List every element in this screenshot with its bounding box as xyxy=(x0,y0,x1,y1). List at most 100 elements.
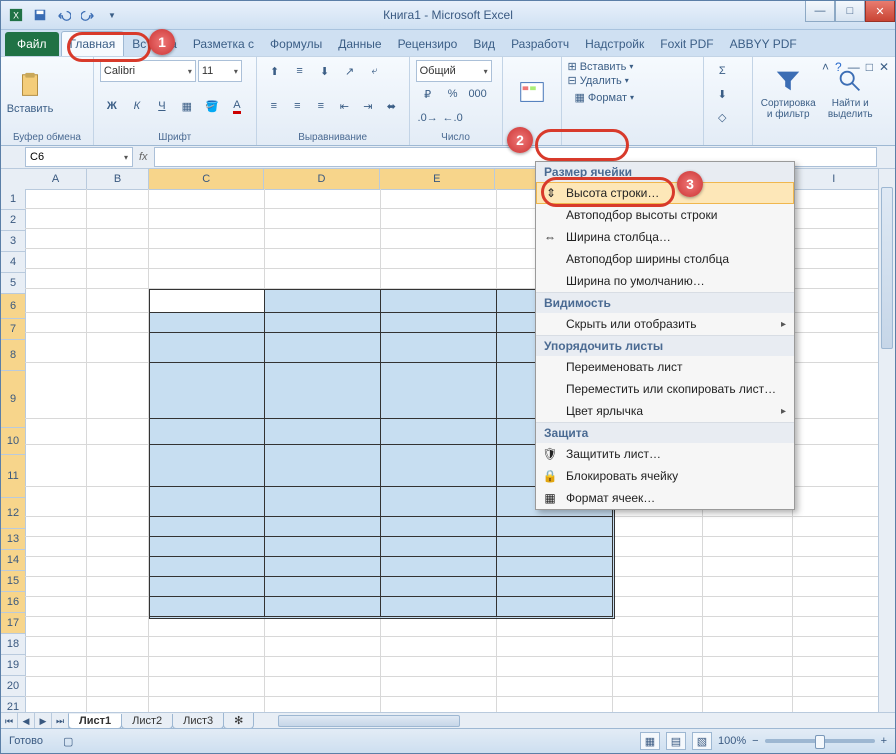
align-center-button[interactable]: ≡ xyxy=(286,95,309,117)
tab-abbyy[interactable]: ABBYY PDF xyxy=(722,32,805,56)
currency-button[interactable]: ₽ xyxy=(416,83,440,105)
fx-icon[interactable]: fx xyxy=(139,151,148,163)
menu-protect-sheet[interactable]: 🛡Защитить лист… xyxy=(536,443,794,465)
help-icon[interactable]: ? xyxy=(835,60,842,74)
bold-button[interactable]: Ж xyxy=(100,95,124,117)
minimize-button[interactable]: — xyxy=(805,1,835,22)
menu-move-copy[interactable]: Переместить или скопировать лист… xyxy=(536,378,794,400)
menu-autofit-col[interactable]: Автоподбор ширины столбца xyxy=(536,248,794,270)
tab-scroll-buttons[interactable]: ⏮◀▶⏭ xyxy=(1,713,69,729)
menu-column-width[interactable]: ⇔Ширина столбца… xyxy=(536,226,794,248)
sort-filter-button[interactable]: Сортировка и фильтр xyxy=(759,60,817,126)
paste-button[interactable]: Вставить xyxy=(7,60,53,126)
row-header-15[interactable]: 15 xyxy=(1,571,25,592)
maximize-button[interactable]: □ xyxy=(835,1,865,22)
row-header-11[interactable]: 11 xyxy=(1,455,25,498)
col-header-D[interactable]: D xyxy=(264,169,379,189)
underline-button[interactable]: Ч xyxy=(150,95,174,117)
number-format-combo[interactable]: Общий▾ xyxy=(416,60,492,82)
menu-tab-color[interactable]: Цвет ярлычка▸ xyxy=(536,400,794,422)
mdi-min-icon[interactable]: — xyxy=(848,60,860,74)
new-sheet-button[interactable]: ✻ xyxy=(223,713,254,729)
fill-color-button[interactable]: 🪣 xyxy=(200,95,224,117)
file-tab[interactable]: Файл xyxy=(5,32,59,56)
menu-format-cells[interactable]: ▦Формат ячеек… xyxy=(536,487,794,509)
tab-addins[interactable]: Надстройк xyxy=(577,32,652,56)
font-color-button[interactable]: A xyxy=(225,95,249,117)
mdi-close-icon[interactable]: ✕ xyxy=(879,60,889,74)
row-header-6[interactable]: 6 xyxy=(1,294,25,319)
row-header-12[interactable]: 12 xyxy=(1,498,25,529)
font-name-combo[interactable]: Calibri▾ xyxy=(100,60,196,82)
horizontal-scrollbar[interactable] xyxy=(262,713,895,729)
sheet-tab-2[interactable]: Лист2 xyxy=(121,714,173,729)
row-header-17[interactable]: 17 xyxy=(1,613,25,634)
col-header-C[interactable]: C xyxy=(149,169,264,189)
tab-review[interactable]: Рецензиро xyxy=(390,32,466,56)
zoom-knob[interactable] xyxy=(815,735,825,749)
tab-developer[interactable]: Разработч xyxy=(503,32,577,56)
col-header-A[interactable]: A xyxy=(25,169,87,189)
row-header-1[interactable]: 1 xyxy=(1,189,25,210)
merge-button[interactable]: ⬌ xyxy=(380,95,403,117)
close-button[interactable]: ✕ xyxy=(865,1,895,22)
col-header-E[interactable]: E xyxy=(380,169,495,189)
row-header-4[interactable]: 4 xyxy=(1,252,25,273)
border-button[interactable]: ▦ xyxy=(175,95,199,117)
wrap-text-button[interactable]: ⤶ xyxy=(363,60,387,82)
dec-decimal-button[interactable]: ←.0 xyxy=(441,107,465,129)
clear-button[interactable]: ◇ xyxy=(710,106,734,128)
macro-record-icon[interactable]: ▢ xyxy=(63,735,73,748)
row-header-5[interactable]: 5 xyxy=(1,273,25,294)
vertical-scrollbar[interactable] xyxy=(878,169,895,713)
tab-layout[interactable]: Разметка с xyxy=(185,32,262,56)
vertical-scroll-thumb[interactable] xyxy=(881,187,893,349)
col-header-B[interactable]: B xyxy=(87,169,149,189)
save-icon[interactable] xyxy=(29,4,51,26)
format-cells-button[interactable]: ▦Формат▾ xyxy=(568,88,698,107)
redo-icon[interactable] xyxy=(77,4,99,26)
align-right-button[interactable]: ≡ xyxy=(310,95,333,117)
delete-cells-button[interactable]: ⊟Удалить▾ xyxy=(568,74,698,87)
insert-cells-button[interactable]: ⊞Вставить▾ xyxy=(568,60,698,73)
row-headers[interactable]: 1234567891011121314151617181920212223 xyxy=(1,189,26,713)
autosum-button[interactable]: Σ xyxy=(710,60,734,82)
indent-dec-button[interactable]: ⇤ xyxy=(333,95,356,117)
sheet-tab-1[interactable]: Лист1 xyxy=(68,714,122,729)
row-header-8[interactable]: 8 xyxy=(1,340,25,371)
row-header-9[interactable]: 9 xyxy=(1,371,25,428)
zoom-in-button[interactable]: + xyxy=(881,735,887,747)
row-header-16[interactable]: 16 xyxy=(1,592,25,613)
tab-home[interactable]: Главная xyxy=(61,31,125,56)
cond-format-button[interactable] xyxy=(509,60,555,126)
align-bottom-button[interactable]: ⬇ xyxy=(313,60,337,82)
zoom-slider[interactable] xyxy=(765,739,875,743)
tab-view[interactable]: Вид xyxy=(465,32,503,56)
row-header-10[interactable]: 10 xyxy=(1,428,25,455)
active-cell[interactable] xyxy=(149,289,265,313)
menu-row-height[interactable]: ⇕Высота строки… xyxy=(536,182,794,204)
row-header-19[interactable]: 19 xyxy=(1,655,25,676)
menu-hide-unhide[interactable]: Скрыть или отобразить▸ xyxy=(536,313,794,335)
mdi-max-icon[interactable]: □ xyxy=(866,60,873,74)
percent-button[interactable]: % xyxy=(441,83,465,105)
align-top-button[interactable]: ⬆ xyxy=(263,60,287,82)
orientation-button[interactable]: ↗ xyxy=(338,60,362,82)
menu-lock-cell[interactable]: 🔒Блокировать ячейку xyxy=(536,465,794,487)
qat-dropdown-icon[interactable]: ▼ xyxy=(101,4,123,26)
inc-decimal-button[interactable]: .0→ xyxy=(416,107,440,129)
row-header-20[interactable]: 20 xyxy=(1,676,25,697)
menu-rename-sheet[interactable]: Переименовать лист xyxy=(536,356,794,378)
sheet-tab-3[interactable]: Лист3 xyxy=(172,714,224,729)
row-header-7[interactable]: 7 xyxy=(1,319,25,340)
select-all-corner[interactable] xyxy=(1,169,26,190)
col-header-I[interactable]: I xyxy=(789,169,879,189)
tab-foxit[interactable]: Foxit PDF xyxy=(652,32,721,56)
row-header-13[interactable]: 13 xyxy=(1,529,25,550)
horizontal-scroll-thumb[interactable] xyxy=(278,715,460,727)
row-header-18[interactable]: 18 xyxy=(1,634,25,655)
row-header-14[interactable]: 14 xyxy=(1,550,25,571)
view-layout-button[interactable]: ▤ xyxy=(666,732,686,750)
tab-data[interactable]: Данные xyxy=(330,32,389,56)
tab-formulas[interactable]: Формулы xyxy=(262,32,330,56)
